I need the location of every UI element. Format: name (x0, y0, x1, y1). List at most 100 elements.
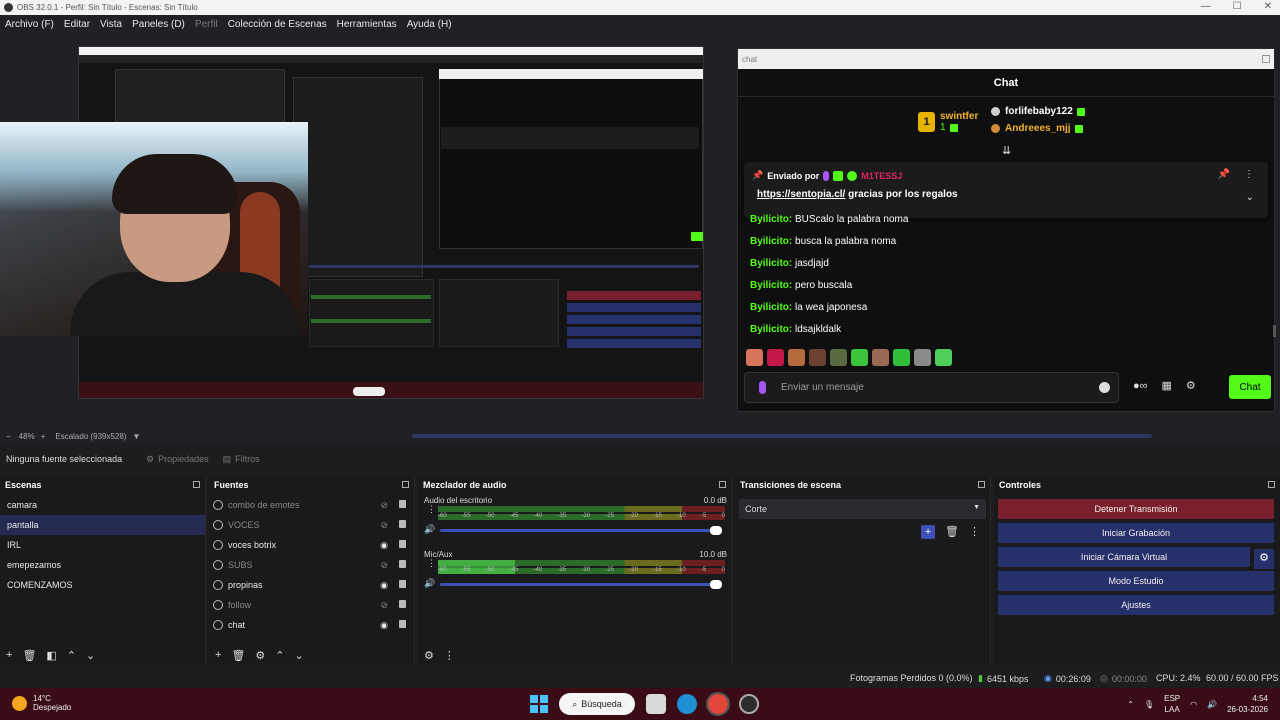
volume-slider[interactable] (440, 529, 720, 532)
lock-icon[interactable] (399, 520, 406, 528)
emote-icon[interactable] (914, 349, 931, 366)
eye-icon[interactable]: ◉ (380, 580, 388, 591)
start-recording-button[interactable]: Iniciar Grabación (998, 523, 1274, 543)
remove-transition-icon[interactable]: 🗑 (945, 525, 959, 539)
chat-message-input[interactable]: Enviar un mensaje (744, 372, 1119, 403)
dock-float-icon[interactable] (402, 481, 409, 488)
studio-mode-button[interactable]: Modo Estudio (998, 571, 1274, 591)
chat-username[interactable]: Byilicito: (750, 324, 792, 335)
tray-chevron-icon[interactable]: ⌃ (1127, 700, 1134, 709)
chat-send-button[interactable]: Chat (1229, 375, 1271, 399)
pinned-message[interactable]: 📌 Enviado por M1TESSJ https://sentopia.c… (744, 162, 1268, 218)
eye-icon[interactable]: ◉ (380, 540, 388, 551)
remove-source-icon[interactable]: 🗑 (231, 649, 245, 662)
chrome-browser-icon[interactable] (706, 692, 730, 716)
emoji-icon[interactable] (1099, 382, 1110, 393)
source-item[interactable]: propinas ◉ (209, 575, 414, 595)
task-view-icon[interactable] (646, 694, 666, 714)
emote-icon[interactable] (767, 349, 784, 366)
emote-icon[interactable] (851, 349, 868, 366)
emote-icon[interactable] (872, 349, 889, 366)
settings-gear-icon[interactable]: ⚙ (1186, 379, 1196, 392)
scene-item[interactable]: COMENZAMOS (0, 575, 205, 595)
source-properties-icon[interactable]: ⚙ (255, 649, 265, 662)
eye-hidden-icon[interactable]: ⊘ (380, 560, 388, 571)
chat-username[interactable]: Byilicito: (750, 302, 792, 313)
edge-browser-icon[interactable] (677, 694, 697, 714)
move-up-icon[interactable]: ⌃ (275, 649, 284, 662)
chat-username[interactable]: Byilicito: (750, 214, 792, 225)
speaker-icon[interactable]: 🔊 (424, 578, 435, 589)
scene-item[interactable]: emepezamos (0, 555, 205, 575)
store-icon[interactable]: ▦ (1162, 379, 1172, 392)
collapse-chevron-icon[interactable]: ⇊ (1002, 144, 1011, 157)
microphone-icon[interactable]: 🎙 (1144, 700, 1154, 709)
emote-icon[interactable] (830, 349, 847, 366)
pinned-user[interactable]: M1TESSJ (861, 171, 902, 181)
expand-chevron-icon[interactable]: ⌄ (1246, 192, 1254, 203)
chat-scrollbar[interactable] (1273, 325, 1276, 337)
settings-button[interactable]: Ajustes (998, 595, 1274, 615)
dock-float-icon[interactable] (719, 481, 726, 488)
maximize-button[interactable]: ☐ (1233, 1, 1242, 12)
dock-float-icon[interactable] (193, 481, 200, 488)
virtual-camera-settings-icon[interactable]: ⚙ (1254, 549, 1274, 569)
volume-icon[interactable]: 🔊 (1207, 700, 1217, 709)
menu-ayuda[interactable]: Ayuda (H) (402, 19, 457, 30)
scene-item[interactable]: IRL (0, 535, 205, 555)
volume-slider[interactable] (440, 583, 720, 586)
transition-menu-icon[interactable]: ⋮ (969, 525, 980, 539)
dropdown-arrow-icon[interactable]: ▼ (133, 432, 141, 441)
weather-widget[interactable]: 14°C Despejado (12, 694, 71, 712)
eye-icon[interactable]: ◉ (380, 620, 388, 631)
windows-start-icon[interactable] (530, 695, 548, 713)
language[interactable]: ESP (1164, 693, 1180, 704)
move-up-icon[interactable]: ⌃ (67, 649, 76, 662)
source-item[interactable]: VOCES ⊘ (209, 515, 414, 535)
unpin-icon[interactable]: 📌 (1218, 169, 1230, 180)
minimize-button[interactable]: — (1201, 1, 1211, 12)
channel-menu-icon[interactable]: ⋮ (427, 558, 436, 569)
emote-icon[interactable] (935, 349, 952, 366)
chat-username[interactable]: Byilicito: (750, 258, 792, 269)
lock-icon[interactable] (399, 600, 406, 608)
lock-icon[interactable] (399, 560, 406, 568)
move-down-icon[interactable]: ⌄ (86, 649, 95, 662)
menu-editar[interactable]: Editar (59, 19, 95, 30)
stop-streaming-button[interactable]: Detener Transmisión (998, 499, 1274, 519)
add-transition-icon[interactable]: + (921, 525, 936, 539)
menu-perfil[interactable]: Perfil (190, 19, 223, 30)
properties-button[interactable]: ⚙ Propiedades (146, 454, 209, 465)
menu-archivo[interactable]: Archivo (F) (0, 19, 59, 30)
mic-icon[interactable] (759, 381, 766, 394)
scene-item-active[interactable]: pantalla (0, 515, 205, 535)
mixer-settings-icon[interactable]: ⚙ (424, 649, 434, 662)
eye-hidden-icon[interactable]: ⊘ (380, 520, 388, 531)
dock-float-icon[interactable] (978, 481, 985, 488)
clock[interactable]: 4:54 26-03-2026 (1227, 693, 1268, 715)
lock-icon[interactable] (399, 500, 406, 508)
filters-button[interactable]: ▤ Filtros (223, 454, 260, 465)
emote-icon[interactable] (809, 349, 826, 366)
move-down-icon[interactable]: ⌄ (295, 649, 304, 662)
remove-scene-icon[interactable]: 🗑 (22, 649, 36, 662)
more-options-icon[interactable]: ⋮ (1244, 169, 1254, 180)
emote-icon[interactable] (746, 349, 763, 366)
start-virtual-camera-button[interactable]: Iniciar Cámara Virtual (998, 547, 1250, 567)
volume-slider-handle[interactable] (710, 526, 722, 535)
taskbar-search[interactable]: ⌕ Búsqueda (559, 693, 635, 715)
obs-taskbar-icon[interactable] (739, 694, 759, 714)
dock-float-icon[interactable] (1268, 481, 1275, 488)
menu-vista[interactable]: Vista (95, 19, 127, 30)
menu-coleccion-escenas[interactable]: Colección de Escenas (223, 19, 332, 30)
lock-icon[interactable] (399, 620, 406, 628)
chat-username[interactable]: Byilicito: (750, 236, 792, 247)
pinned-link[interactable]: https://sentopia.cl/ (757, 189, 845, 200)
add-scene-icon[interactable]: + (6, 649, 12, 661)
preview-scrollbar[interactable] (412, 434, 1152, 438)
scene-filters-icon[interactable]: ◧ (46, 649, 56, 662)
emote-icon[interactable] (788, 349, 805, 366)
eye-hidden-icon[interactable]: ⊘ (380, 600, 388, 611)
add-source-icon[interactable]: + (215, 649, 221, 661)
transition-select[interactable]: Corte ▼ (739, 499, 986, 519)
